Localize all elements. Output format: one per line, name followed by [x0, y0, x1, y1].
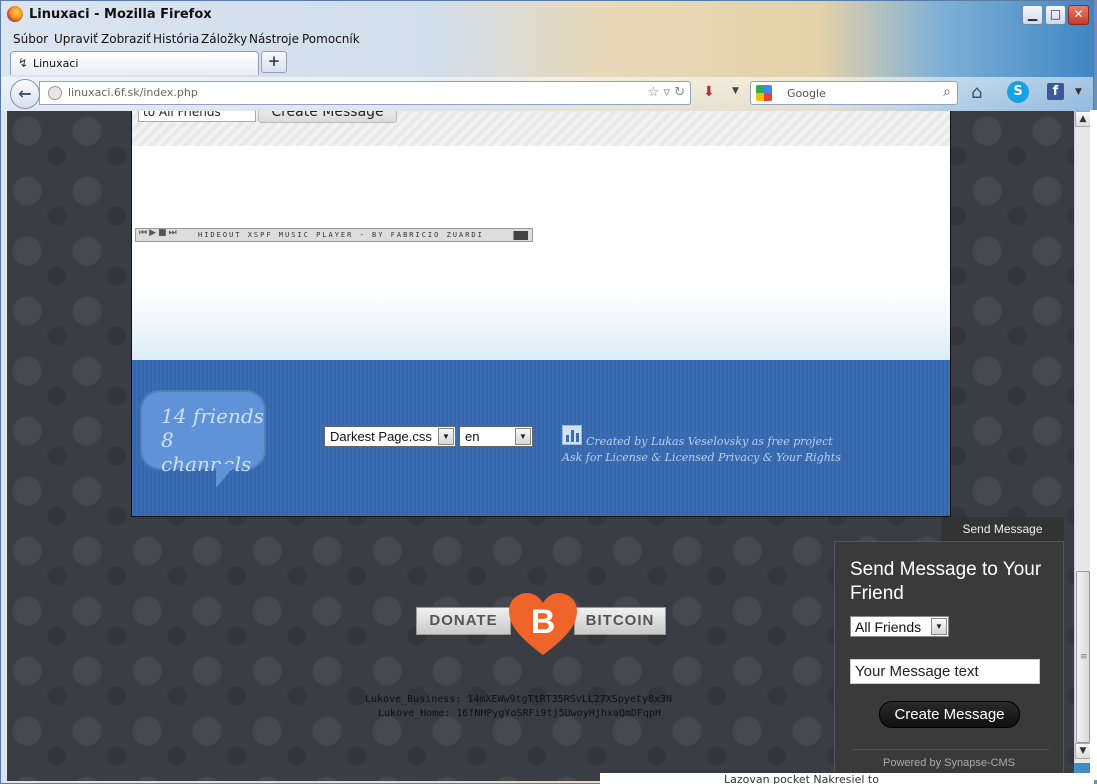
content-fade	[132, 291, 950, 361]
google-icon[interactable]	[756, 85, 772, 101]
message-toolbar: to All Friends Create Message	[132, 111, 950, 146]
site-footer: 14 friends 8 channels Darkest Page.css ▼…	[132, 360, 950, 516]
menu-upravit[interactable]: Upraviť	[54, 32, 98, 46]
btc-address-business: Lukove_Business: 14mXEWw9tgTtRT35RSvLL27…	[365, 694, 673, 705]
credits-text[interactable]: Created by Lukas Veselovsky as free proj…	[586, 435, 833, 448]
chevron-down-icon[interactable]: ▼	[438, 428, 454, 445]
chevron-down-icon[interactable]: ▼	[732, 86, 739, 96]
chevron-down-icon[interactable]: ▼	[1075, 87, 1082, 97]
chevron-down-icon[interactable]: ▼	[515, 428, 531, 445]
menu-pomocnik[interactable]: Pomocník	[302, 32, 360, 46]
friend-select[interactable]: All Friends ▼	[850, 616, 949, 637]
vertical-scrollbar[interactable]: ▲ ≡ ▼	[1074, 111, 1091, 763]
site-favicon-icon: ↯	[18, 56, 29, 70]
grip-icon: ≡	[1080, 652, 1088, 662]
bubble-tail	[216, 464, 236, 488]
search-icon[interactable]: ⌕	[943, 84, 951, 100]
scroll-up-icon[interactable]: ▲	[1075, 111, 1091, 127]
send-message-title: Send Message to Your Friend	[850, 559, 1042, 604]
window-title: Linuxaci - Mozilla Firefox	[29, 7, 212, 22]
language-select-value: en	[465, 429, 480, 444]
search-box[interactable]: Google ⌕	[750, 81, 958, 105]
recipient-select[interactable]: to All Friends	[138, 111, 256, 122]
create-message-button[interactable]: Create Message	[258, 111, 397, 123]
send-message-tab[interactable]: Send Message	[941, 517, 1064, 541]
new-tab-button[interactable]: +	[261, 51, 287, 73]
tab-bar: ↯ Linuxaci +	[1, 49, 1093, 77]
background-window-text: Lazovan pocket Nakresiel to	[600, 773, 1094, 784]
donate-bitcoin-button[interactable]: DONATE BITCOIN B	[416, 593, 666, 658]
channels-count: 8 channels	[161, 428, 252, 476]
title-bar: Linuxaci - Mozilla Firefox ▁ □ ✕	[1, 1, 1093, 29]
minimize-button[interactable]: ▁	[1022, 5, 1043, 25]
desktop-edge	[1090, 110, 1097, 780]
menu-zobrazit[interactable]: Zobraziť	[101, 32, 151, 46]
url-bar[interactable]: linuxaci.6f.sk/index.php ☆ ▿ ↻	[39, 81, 691, 105]
page-viewport: to All Friends Create Message ⏮▶■⏭ HIDEO…	[7, 111, 1074, 781]
skype-icon[interactable]: S	[1007, 81, 1029, 103]
powered-by-text: Powered by Synapse-CMS	[883, 757, 1016, 769]
music-player[interactable]: ⏮▶■⏭ HIDEOUT XSPF MUSIC PLAYER - BY FABR…	[135, 228, 533, 242]
menu-subor[interactable]: Súbor	[13, 32, 48, 46]
home-icon[interactable]: ⌂	[971, 82, 982, 103]
message-input[interactable]: Your Message text	[850, 659, 1040, 684]
close-button[interactable]: ✕	[1068, 5, 1089, 25]
bitcoin-icon: B	[530, 603, 556, 641]
maximize-button[interactable]: □	[1045, 5, 1066, 25]
friend-select-value: All Friends	[855, 619, 922, 635]
navigation-toolbar: linuxaci.6f.sk/index.php ☆ ▿ ↻ ← ⬇ ▼ Goo…	[1, 77, 1093, 111]
divider	[853, 749, 1049, 750]
url-text[interactable]: linuxaci.6f.sk/index.php	[68, 86, 198, 99]
stats-chart-icon[interactable]	[562, 425, 582, 445]
friends-count: 14 friends	[161, 404, 264, 428]
player-title: HIDEOUT XSPF MUSIC PLAYER - BY FABRICIO …	[198, 231, 484, 239]
site-identity-icon[interactable]	[48, 86, 62, 100]
menu-zalozky[interactable]: Záložky	[201, 32, 247, 46]
stats-bubble: 14 friends 8 channels	[140, 390, 266, 476]
create-message-button[interactable]: Create Message	[879, 701, 1020, 728]
btc-address-home: Lukove_Home: 16fNHPygYoSRFi9tj5UwoyHjhxa…	[378, 708, 661, 719]
main-content-panel: to All Friends Create Message ⏮▶■⏭ HIDEO…	[131, 111, 951, 517]
bitcoin-label: BITCOIN	[574, 607, 666, 635]
bookmark-star-icon[interactable]: ☆ ▿ ↻	[648, 85, 685, 100]
firefox-window: Linuxaci - Mozilla Firefox ▁ □ ✕ Súbor U…	[0, 0, 1094, 784]
scrollbar-thumb[interactable]: ≡	[1076, 571, 1090, 743]
search-placeholder: Google	[787, 87, 826, 100]
donate-label: DONATE	[416, 607, 511, 635]
chevron-down-icon[interactable]: ▼	[931, 618, 947, 635]
back-button[interactable]: ←	[10, 79, 40, 109]
license-links[interactable]: Ask for License & Licensed Privacy & You…	[562, 451, 841, 464]
theme-select[interactable]: Darkest Page.css ▼	[324, 426, 456, 447]
theme-select-value: Darkest Page.css	[330, 429, 432, 444]
firefox-logo-icon	[7, 6, 23, 22]
send-message-panel: Send Message to Your Friend All Friends …	[834, 541, 1064, 781]
language-select[interactable]: en ▼	[459, 426, 533, 447]
tab-linuxaci[interactable]: ↯ Linuxaci	[10, 51, 259, 75]
menu-nastroje[interactable]: Nástroje	[249, 32, 299, 46]
menu-bar: Súbor Upraviť Zobraziť História Záložky …	[1, 29, 1093, 49]
volume-icon[interactable]	[512, 231, 528, 240]
downloads-icon[interactable]: ⬇	[703, 84, 715, 100]
tab-label: Linuxaci	[33, 57, 79, 70]
facebook-icon[interactable]: f	[1047, 83, 1064, 100]
menu-historia[interactable]: História	[153, 32, 199, 46]
player-controls-icon[interactable]: ⏮▶■⏭	[139, 228, 179, 238]
scroll-down-icon[interactable]: ▼	[1075, 743, 1091, 759]
